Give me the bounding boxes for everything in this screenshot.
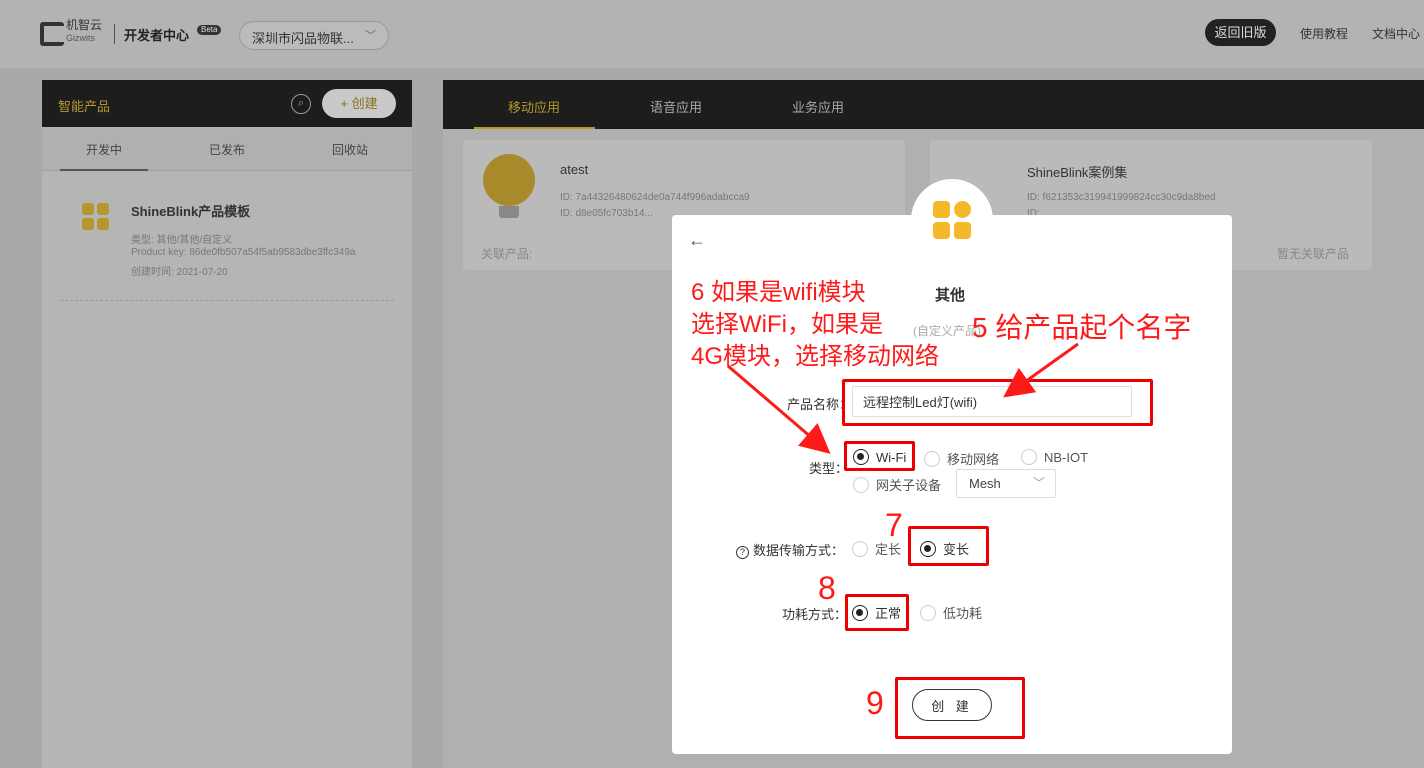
dev-center-title: 开发者中心	[124, 28, 190, 43]
annotation-step7: 7	[885, 507, 903, 543]
annotation-step9: 9	[866, 685, 884, 721]
product-tabs: 开发中 已发布 回收站	[42, 127, 412, 171]
annotation-box-type	[844, 441, 915, 471]
chevron-down-icon: ﹀	[1032, 476, 1045, 490]
app-id: ID: f621353c319941999824cc30c9da8bed	[1027, 192, 1216, 203]
tab-recycle-bin[interactable]: 回收站	[332, 141, 368, 158]
product-name-label: 产品名称：	[786, 397, 852, 412]
dialog-title: 其他	[935, 287, 966, 304]
app-name: atest	[560, 162, 589, 177]
tutorial-link[interactable]: 使用教程	[1300, 25, 1348, 42]
annotation-step6-line3: 4G模块，选择移动网络	[691, 343, 940, 370]
header-divider	[114, 24, 115, 44]
type-label: 类型：	[808, 461, 848, 476]
logo-en: Gizwits	[66, 33, 95, 43]
annotation-step8: 8	[818, 570, 836, 606]
panel-title: 智能产品	[58, 99, 111, 114]
beta-badge: Beta	[197, 25, 222, 35]
panel-header: 智能产品 ⌕ + 创建	[42, 80, 412, 127]
power-label: 功耗方式：	[782, 607, 848, 622]
transfer-label-text: 数据传输方式：	[753, 543, 845, 558]
type-radio-mobile[interactable]: 移动网络	[924, 449, 999, 468]
product-name: ShineBlink产品模板	[131, 204, 251, 219]
transfer-label: ? 数据传输方式：	[736, 540, 844, 559]
annotation-box-name	[842, 379, 1153, 426]
product-icon	[82, 203, 110, 231]
logo-text: 机智云 Gizwits	[66, 19, 102, 45]
app-footer: 关联产品:	[481, 247, 533, 261]
annotation-step6-line1: 6 如果是wifi模块	[691, 279, 866, 306]
app-footer: 暂无关联产品	[1277, 247, 1350, 261]
annotation-step6-line2: 选择WiFi，如果是	[691, 311, 883, 338]
search-icon[interactable]: ⌕	[291, 94, 311, 114]
mesh-select-value: Mesh	[969, 476, 1001, 491]
annotation-box-create	[895, 677, 1025, 739]
create-product-button[interactable]: + 创建	[322, 89, 396, 118]
help-icon[interactable]: ?	[736, 546, 749, 559]
tab-business-apps[interactable]: 业务应用	[792, 97, 844, 116]
active-tab-indicator	[474, 127, 595, 129]
app-name: ShineBlink案例集	[1027, 165, 1128, 180]
annotation-box-transfer	[908, 526, 989, 566]
org-select[interactable]: 深圳市闪品物联... ﹀	[239, 21, 389, 50]
tab-voice-apps[interactable]: 语音应用	[650, 97, 702, 116]
back-to-old-button[interactable]: 返回旧版	[1205, 19, 1276, 46]
tab-developing[interactable]: 开发中	[86, 141, 122, 158]
app-tabs: 移动应用 语音应用 业务应用	[443, 80, 1424, 129]
mesh-select[interactable]: Mesh ﹀	[956, 469, 1056, 498]
docs-link[interactable]: 文档中心	[1372, 25, 1420, 42]
logo-cn: 机智云	[66, 18, 103, 32]
other-category-icon	[933, 201, 971, 239]
lightbulb-base	[499, 206, 519, 218]
lightbulb-icon	[483, 154, 535, 206]
product-type: 类型: 其他/其他/自定义	[131, 235, 233, 246]
app-id: ID: 7a44326480624de0a744f996adabcca9	[560, 192, 750, 203]
top-bar: 机智云 Gizwits 开发者中心 Beta 深圳市闪品物联... ﹀ 返回旧版…	[0, 0, 1424, 68]
tab-mobile-apps[interactable]: 移动应用	[508, 97, 560, 116]
type-radio-nbiot[interactable]: NB-IOT	[1021, 449, 1088, 465]
tab-published[interactable]: 已发布	[209, 141, 245, 158]
type-radio-gateway[interactable]: 网关子设备	[853, 475, 941, 494]
org-select-value: 深圳市闪品物联...	[252, 31, 354, 46]
product-list-item[interactable]: ShineBlink产品模板 类型: 其他/其他/自定义 Product key…	[60, 171, 394, 301]
gizwits-logo-icon	[40, 22, 64, 46]
product-key: Product key: 86de0fb507a54f5ab9583dbe3ff…	[131, 247, 356, 258]
smart-products-panel: 智能产品 ⌕ + 创建 开发中 已发布 回收站 ShineBlink产品模板 类…	[42, 80, 412, 768]
app-id-2: ID: d8e05fc703b14...	[560, 208, 653, 219]
chevron-down-icon: ﹀	[365, 30, 376, 42]
annotation-box-power	[845, 594, 909, 631]
power-radio-low[interactable]: 低功耗	[920, 603, 982, 622]
product-created: 创建时间: 2021-07-20	[131, 267, 228, 278]
annotation-step5: 5 给产品起个名字	[972, 312, 1192, 343]
dialog-subtitle: (自定义产品)	[913, 324, 981, 338]
back-arrow-icon[interactable]: ←	[688, 230, 706, 251]
